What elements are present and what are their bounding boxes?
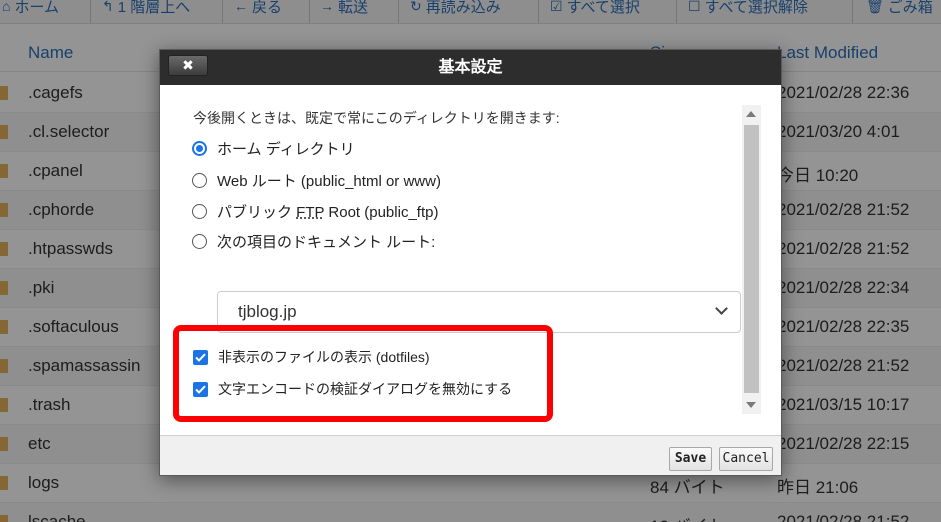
close-icon: ✖ bbox=[182, 57, 194, 73]
check-icon bbox=[195, 353, 206, 362]
scroll-up-arrow-icon[interactable] bbox=[746, 111, 756, 117]
cancel-button[interactable]: Cancel bbox=[719, 447, 773, 471]
close-button[interactable]: ✖ bbox=[168, 55, 208, 76]
dialog-title: 基本設定 bbox=[438, 59, 503, 76]
red-highlight-annotation bbox=[173, 325, 553, 422]
domain-select-value: tjblog.jp bbox=[238, 302, 297, 321]
ftp-abbreviation: FTP bbox=[296, 203, 325, 221]
dialog-body: 今後開くときは、既定で常にこのディレクトリを開きます: ホーム ディレクトリ W… bbox=[160, 85, 781, 435]
scrollbar-thumb[interactable] bbox=[744, 125, 759, 393]
check-icon bbox=[195, 385, 206, 394]
radio-public-ftp[interactable]: パブリック FTP Root (public_ftp) bbox=[192, 201, 438, 221]
radio-button[interactable] bbox=[192, 233, 207, 249]
dialog-scrollbar[interactable] bbox=[742, 105, 761, 414]
checkbox-label: 非表示のファイルの表示 (dotfiles) bbox=[218, 349, 430, 365]
checkbox-checked[interactable] bbox=[193, 381, 208, 397]
dialog-footer: Save Cancel bbox=[160, 435, 781, 475]
radio-label: パブリック FTP Root (public_ftp) bbox=[217, 203, 439, 221]
save-button[interactable]: Save bbox=[669, 447, 712, 471]
checkbox-checked[interactable] bbox=[193, 349, 208, 365]
radio-home-directory[interactable]: ホーム ディレクトリ bbox=[192, 138, 355, 158]
chevron-down-icon bbox=[715, 302, 728, 315]
radio-label: Web ルート (public_html or www) bbox=[217, 172, 441, 190]
radio-button[interactable] bbox=[192, 203, 207, 219]
radio-web-root[interactable]: Web ルート (public_html or www) bbox=[192, 170, 441, 190]
radio-label: ホーム ディレクトリ bbox=[217, 140, 355, 158]
radio-button[interactable] bbox=[192, 172, 207, 188]
radio-button-selected[interactable] bbox=[192, 140, 207, 156]
checkbox-disable-encoding-dialog[interactable]: 文字エンコードの検証ダイアログを無効にする bbox=[193, 379, 512, 399]
radio-label: 次の項目のドキュメント ルート: bbox=[217, 233, 436, 251]
preferences-dialog: 基本設定 ✖ 今後開くときは、既定で常にこのディレクトリを開きます: ホーム デ… bbox=[159, 49, 782, 476]
default-directory-prompt: 今後開くときは、既定で常にこのディレクトリを開きます: bbox=[193, 110, 560, 126]
checkbox-show-hidden-files[interactable]: 非表示のファイルの表示 (dotfiles) bbox=[193, 347, 430, 367]
checkbox-label: 文字エンコードの検証ダイアログを無効にする bbox=[218, 381, 513, 397]
dialog-titlebar: 基本設定 ✖ bbox=[160, 50, 781, 85]
radio-document-root[interactable]: 次の項目のドキュメント ルート: bbox=[192, 231, 435, 251]
scroll-down-arrow-icon[interactable] bbox=[746, 402, 756, 408]
